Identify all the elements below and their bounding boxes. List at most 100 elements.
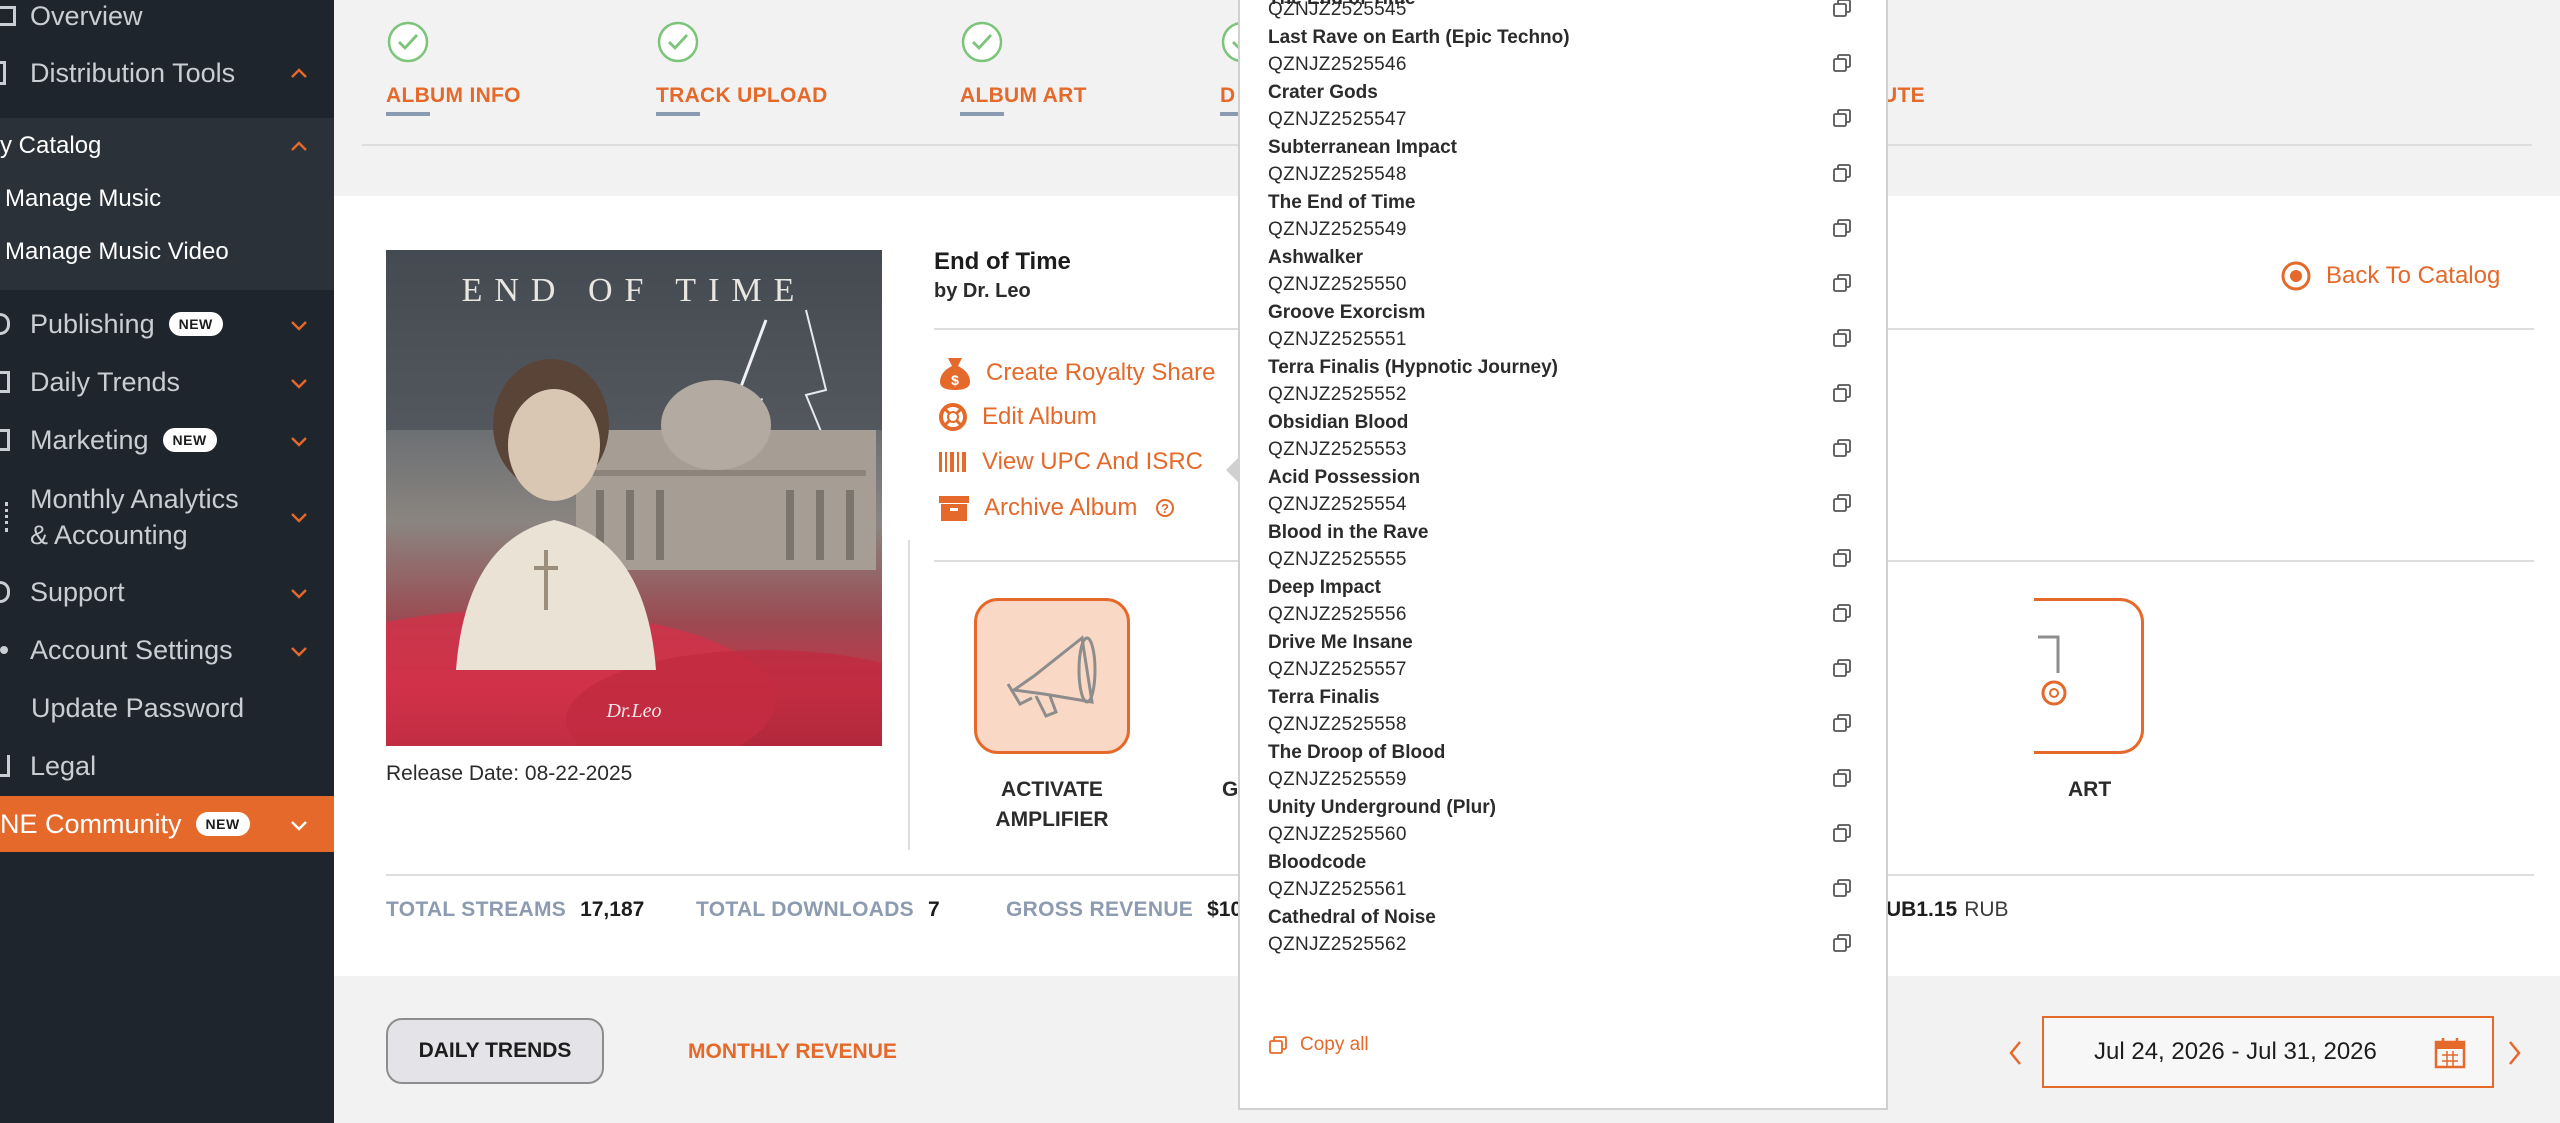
svg-text:$: $ bbox=[951, 372, 959, 388]
chevron-down-icon[interactable] bbox=[290, 816, 308, 834]
sidebar-item-overview[interactable]: Overview bbox=[0, 0, 143, 44]
chevron-up-icon[interactable] bbox=[290, 138, 308, 156]
sidebar-item-label: & Accounting bbox=[30, 520, 188, 550]
isrc-track-title: Deep Impact bbox=[1268, 577, 1381, 598]
artwork-title: END OF TIME bbox=[461, 272, 807, 309]
sidebar-item-community[interactable]: NE Community NEW bbox=[0, 796, 334, 852]
sidebar-item-manage-music-video[interactable]: Manage Music Video bbox=[5, 224, 229, 280]
copy-icon[interactable] bbox=[1832, 933, 1852, 953]
chevron-left-icon[interactable] bbox=[2006, 1038, 2026, 1068]
sidebar-item-manage-music[interactable]: Manage Music bbox=[5, 171, 161, 227]
sidebar-item-account-settings[interactable]: Account Settings bbox=[0, 622, 334, 678]
sidebar-item-update-password[interactable]: Update Password bbox=[31, 680, 244, 736]
chevron-down-icon[interactable] bbox=[290, 374, 308, 392]
view-upc-isrc-link[interactable]: View UPC And ISRC bbox=[938, 448, 1203, 476]
chevron-down-icon[interactable] bbox=[290, 584, 308, 602]
trends-icon bbox=[0, 371, 10, 393]
analytics-icon bbox=[0, 502, 8, 532]
copy-icon[interactable] bbox=[1832, 658, 1852, 678]
copy-icon[interactable] bbox=[1832, 218, 1852, 238]
chevron-down-icon[interactable] bbox=[290, 316, 308, 334]
isrc-track-title: Acid Possession bbox=[1268, 467, 1421, 488]
isrc-track-title: Blood in the Rave bbox=[1268, 522, 1429, 543]
copy-icon[interactable] bbox=[1832, 878, 1852, 898]
copy-icon[interactable] bbox=[1832, 548, 1852, 568]
settings-icon bbox=[0, 646, 8, 654]
step-album-art[interactable]: ALBUM ART bbox=[960, 20, 1086, 116]
svg-text:?: ? bbox=[1161, 501, 1169, 516]
edit-album-link[interactable]: Edit Album bbox=[938, 402, 1097, 432]
step-track-upload[interactable]: TRACK UPLOAD bbox=[656, 20, 827, 116]
isrc-row: Acid Possession QZNJZ2525554 bbox=[1268, 467, 1868, 522]
step-indicator bbox=[1220, 112, 1240, 116]
activate-amplifier-tile[interactable] bbox=[974, 598, 1130, 754]
marketing-icon bbox=[0, 429, 10, 451]
money-bag-icon: $ bbox=[940, 358, 970, 390]
isrc-code: QZNJZ2525546 bbox=[1268, 54, 1407, 75]
album-artist: by Dr. Leo bbox=[934, 280, 1031, 302]
barcode-icon bbox=[939, 452, 966, 472]
back-to-catalog-link[interactable]: Back To Catalog bbox=[2280, 260, 2500, 292]
daily-trends-tab[interactable]: DAILY TRENDS bbox=[386, 1018, 604, 1084]
chevron-right-icon[interactable] bbox=[2504, 1038, 2524, 1068]
isrc-code: QZNJZ2525551 bbox=[1268, 329, 1407, 350]
copy-icon[interactable] bbox=[1832, 328, 1852, 348]
tab-label: DAILY TRENDS bbox=[418, 1039, 572, 1062]
copy-icon[interactable] bbox=[1832, 493, 1852, 513]
isrc-code: QZNJZ2525556 bbox=[1268, 604, 1407, 625]
chevron-down-icon[interactable] bbox=[290, 508, 308, 526]
calendar-icon bbox=[2434, 1038, 2466, 1069]
help-icon[interactable]: ? bbox=[1155, 498, 1175, 518]
sidebar-item-monthly-analytics[interactable]: Monthly Analytics & Accounting bbox=[0, 470, 334, 564]
archive-box-icon bbox=[939, 496, 969, 521]
copy-icon[interactable] bbox=[1832, 383, 1852, 403]
publishing-icon bbox=[0, 313, 10, 335]
date-range-picker[interactable]: Jul 24, 2026 - Jul 31, 2026 bbox=[2042, 1016, 2494, 1088]
sidebar-item-support[interactable]: Support bbox=[0, 564, 334, 620]
step-album-info[interactable]: ALBUM INFO bbox=[386, 20, 521, 116]
copy-icon[interactable] bbox=[1832, 823, 1852, 843]
sidebar-item-legal[interactable]: Legal bbox=[0, 738, 334, 794]
check-circle-icon bbox=[657, 21, 699, 63]
chevron-down-icon[interactable] bbox=[290, 432, 308, 450]
isrc-track-title: Crater Gods bbox=[1268, 82, 1378, 103]
copy-all-button[interactable]: Copy all bbox=[1268, 1034, 1369, 1056]
copy-icon[interactable] bbox=[1832, 108, 1852, 128]
action-label: Back To Catalog bbox=[2326, 262, 2501, 289]
isrc-row: Unity Underground (Plur) QZNJZ2525560 bbox=[1268, 797, 1868, 852]
sidebar: Overview Distribution Tools y Catalog Ma… bbox=[0, 0, 334, 1123]
copy-icon[interactable] bbox=[1832, 768, 1852, 788]
sidebar-item-label: NE Community bbox=[0, 808, 182, 839]
sidebar-item-daily-trends[interactable]: Daily Trends bbox=[0, 354, 334, 410]
sidebar-item-my-catalog[interactable]: y Catalog bbox=[0, 118, 334, 174]
chevron-up-icon[interactable] bbox=[290, 65, 308, 83]
create-royalty-share-link[interactable]: $ Create Royalty Share bbox=[938, 354, 1215, 392]
popup-pointer bbox=[1226, 458, 1238, 482]
settings-tile[interactable] bbox=[2034, 598, 2144, 754]
check-circle-icon bbox=[961, 21, 1003, 63]
copy-icon[interactable] bbox=[1832, 0, 1852, 18]
isrc-row: Groove Exorcism QZNJZ2525551 bbox=[1268, 302, 1868, 357]
isrc-track-title: Last Rave on Earth (Epic Techno) bbox=[1268, 27, 1570, 48]
sidebar-item-label: Account Settings bbox=[30, 634, 233, 665]
gear-doc-icon bbox=[2038, 635, 2067, 706]
stat-total-streams: TOTAL STREAMS 17,187 bbox=[386, 898, 644, 922]
sidebar-item-publishing[interactable]: Publishing NEW bbox=[0, 296, 334, 352]
isrc-row: Subterranean Impact QZNJZ2525548 bbox=[1268, 137, 1868, 192]
archive-album-link[interactable]: Archive Album ? bbox=[938, 494, 1189, 522]
monthly-revenue-tab[interactable]: MONTHLY REVENUE bbox=[688, 1040, 897, 1064]
copy-icon[interactable] bbox=[1832, 163, 1852, 183]
copy-icon[interactable] bbox=[1832, 273, 1852, 293]
copy-icon[interactable] bbox=[1832, 713, 1852, 733]
chevron-down-icon[interactable] bbox=[290, 642, 308, 660]
check-circle-icon bbox=[387, 21, 429, 63]
tools-icon bbox=[0, 61, 6, 85]
step-label: ALBUM INFO bbox=[386, 84, 521, 107]
copy-icon[interactable] bbox=[1832, 438, 1852, 458]
copy-icon[interactable] bbox=[1832, 53, 1852, 73]
isrc-track-title: Terra Finalis (Hypnotic Journey) bbox=[1268, 357, 1558, 378]
sidebar-item-marketing[interactable]: Marketing NEW bbox=[0, 412, 334, 468]
sidebar-item-label: Monthly Analytics bbox=[30, 484, 239, 514]
sidebar-item-distribution-tools[interactable]: Distribution Tools bbox=[0, 45, 334, 101]
copy-icon[interactable] bbox=[1832, 603, 1852, 623]
